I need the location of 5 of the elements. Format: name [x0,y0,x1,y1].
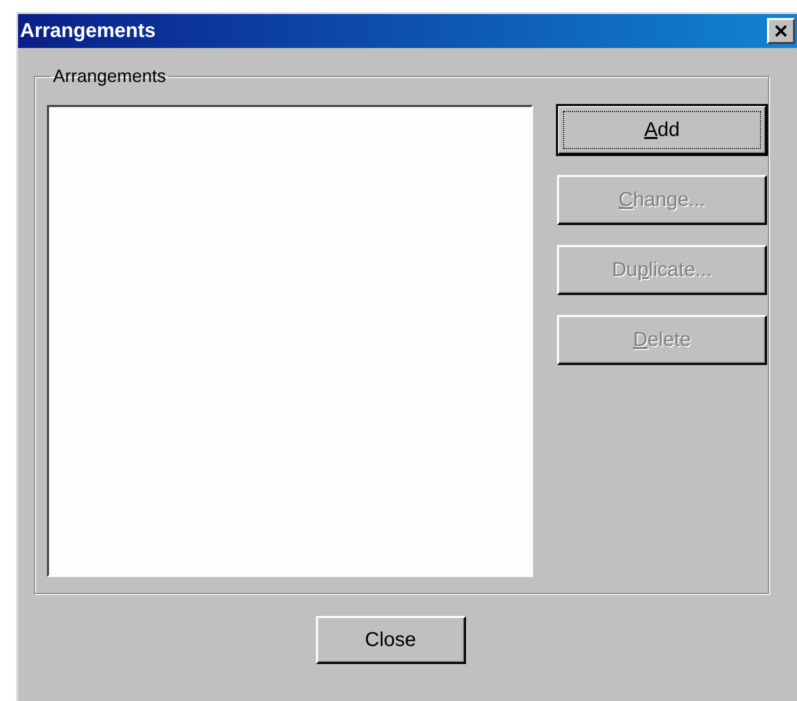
window-title: Arrangements [20,20,156,42]
close-button[interactable]: Close [316,616,466,664]
action-button[interactable]: Add [557,105,767,155]
close-icon[interactable] [767,18,795,44]
group-label: Arrangements [52,66,168,87]
